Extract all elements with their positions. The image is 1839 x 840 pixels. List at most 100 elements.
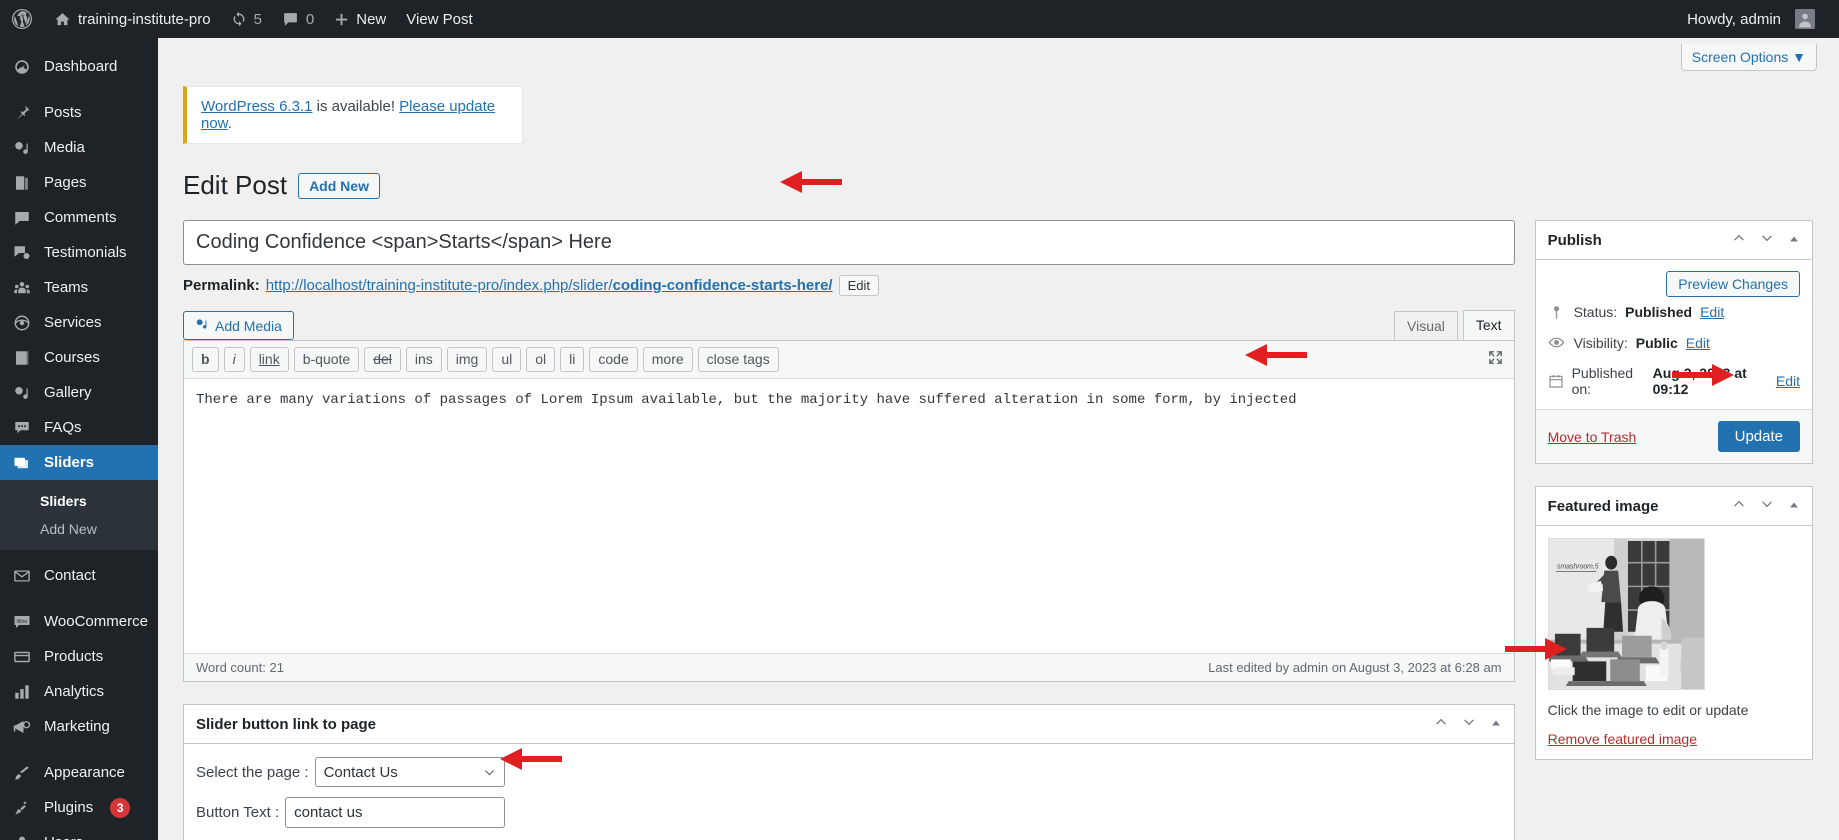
sidebar-item-label: Dashboard: [44, 58, 118, 75]
sidebar-item-label: Gallery: [44, 384, 92, 401]
sidebar-item-label: Comments: [44, 209, 117, 226]
page-title-text: Edit Post: [183, 170, 288, 200]
plug-icon: [11, 797, 33, 819]
quicktag-code[interactable]: code: [589, 347, 638, 372]
calendar-icon: [1548, 373, 1564, 389]
move-up-icon[interactable]: [1732, 497, 1746, 515]
publish-box-title: Publish: [1547, 231, 1602, 249]
sidebar-item-comments[interactable]: Comments: [0, 200, 158, 235]
preview-changes-button[interactable]: Preview Changes: [1666, 271, 1800, 297]
add-media-button[interactable]: Add Media: [183, 311, 294, 340]
sliders-icon: [11, 452, 33, 474]
published-edit-link[interactable]: Edit: [1776, 373, 1800, 389]
quicktag-li[interactable]: li: [560, 347, 585, 372]
move-down-icon[interactable]: [1462, 715, 1476, 733]
quicktag-close-tags[interactable]: close tags: [697, 347, 779, 372]
sidebar-item-pages[interactable]: Pages: [0, 165, 158, 200]
sidebar-item-marketing[interactable]: Marketing: [0, 709, 158, 744]
visibility-edit-link[interactable]: Edit: [1686, 335, 1710, 351]
move-up-icon[interactable]: [1434, 715, 1448, 733]
quicktag-more[interactable]: more: [642, 347, 693, 372]
toggle-panel-icon[interactable]: [1490, 716, 1502, 733]
post-title-input[interactable]: [183, 220, 1515, 265]
sidebar-item-sliders[interactable]: Sliders: [0, 445, 158, 480]
menu-spacer-top: [0, 38, 158, 49]
sidebar-item-dashboard[interactable]: Dashboard: [0, 49, 158, 84]
quicktag-b[interactable]: b: [192, 347, 219, 372]
view-post-link[interactable]: View Post: [396, 0, 482, 38]
sidebar-item-media[interactable]: Media: [0, 130, 158, 165]
submenu-item-add-new[interactable]: Add New: [0, 515, 158, 543]
updates-menu[interactable]: 5: [221, 0, 272, 38]
metabox-handle-actions: [1434, 715, 1502, 733]
permalink-link[interactable]: http://localhost/training-institute-pro/…: [266, 277, 833, 294]
wordpress-version-link[interactable]: WordPress 6.3.1: [201, 98, 312, 115]
sidebar-item-appearance[interactable]: Appearance: [0, 755, 158, 790]
move-to-trash-link[interactable]: Move to Trash: [1548, 429, 1637, 445]
updates-icon: [231, 11, 247, 27]
move-down-icon[interactable]: [1760, 497, 1774, 515]
comment-bubble-icon: [282, 11, 299, 28]
sidebar-item-label: WooCommerce: [44, 613, 148, 630]
status-row: Status: Published Edit: [1536, 297, 1812, 327]
sidebar-item-users[interactable]: Users: [0, 825, 158, 840]
status-edit-link[interactable]: Edit: [1700, 304, 1724, 320]
site-name-menu[interactable]: training-institute-pro: [44, 0, 221, 38]
title-row: [183, 220, 1515, 265]
sidebar-item-teams[interactable]: Teams: [0, 270, 158, 305]
editor-toolbar-row: Add Media Visual Text: [183, 310, 1515, 340]
sidebar-item-faqs[interactable]: FAQs: [0, 410, 158, 445]
post-content-textarea[interactable]: There are many variations of passages of…: [184, 379, 1514, 654]
sidebar-item-gallery[interactable]: Gallery: [0, 375, 158, 410]
media-icon: [195, 317, 209, 334]
featured-image-header: Featured image: [1535, 487, 1812, 526]
new-content-menu[interactable]: New: [324, 0, 396, 38]
sidebar-item-plugins[interactable]: Plugins 3: [0, 790, 158, 825]
submenu-item-sliders[interactable]: Sliders: [0, 487, 158, 515]
menu-spacer-3: [0, 744, 158, 755]
sidebar-item-analytics[interactable]: Analytics: [0, 674, 158, 709]
quicktag-b-quote[interactable]: b-quote: [293, 347, 360, 372]
wp-logo-menu[interactable]: [0, 0, 44, 38]
select-page-dropdown[interactable]: Contact Us: [314, 757, 505, 787]
add-new-button[interactable]: Add New: [298, 172, 380, 199]
featured-image-thumbnail[interactable]: smashroom,5: [1547, 538, 1705, 690]
tab-visual[interactable]: Visual: [1394, 311, 1458, 340]
button-text-input[interactable]: [285, 797, 506, 828]
sidebar-item-services[interactable]: Services: [0, 305, 158, 340]
quicktag-ol[interactable]: ol: [526, 347, 556, 372]
content-wrap: WordPress 6.3.1 is available! Please upd…: [183, 86, 1813, 840]
sidebar-item-label: Media: [44, 139, 85, 156]
featured-image-box: Featured image smashroom,5 Click the ima…: [1534, 486, 1813, 760]
sidebar-item-posts[interactable]: Posts: [0, 95, 158, 130]
move-down-icon[interactable]: [1760, 231, 1774, 249]
plus-icon: [334, 12, 349, 27]
quicktag-img[interactable]: img: [446, 347, 488, 372]
eye-icon: [1548, 334, 1566, 351]
sidebar-item-label: Teams: [44, 279, 89, 296]
permalink-slug: coding-confidence-starts-here/: [612, 277, 833, 294]
move-up-icon[interactable]: [1732, 231, 1746, 249]
sidebar-item-contact[interactable]: Contact: [0, 558, 158, 593]
update-button[interactable]: Update: [1717, 421, 1800, 452]
tab-text[interactable]: Text: [1462, 310, 1515, 340]
sidebar-item-products[interactable]: Products: [0, 639, 158, 674]
pages-icon: [11, 172, 33, 194]
sidebar-item-courses[interactable]: Courses: [0, 340, 158, 375]
quicktag-i[interactable]: i: [223, 347, 245, 372]
toggle-panel-icon[interactable]: [1788, 498, 1800, 515]
toggle-panel-icon[interactable]: [1788, 232, 1800, 249]
screen-options-toggle[interactable]: Screen Options ▼: [1680, 44, 1817, 71]
howdy-label: Howdy, admin: [1687, 10, 1781, 28]
remove-featured-image-link[interactable]: Remove featured image: [1548, 731, 1800, 747]
sidebar-item-testimonials[interactable]: Testimonials: [0, 235, 158, 270]
quicktag-ul[interactable]: ul: [492, 347, 522, 372]
fullscreen-icon[interactable]: [1487, 349, 1504, 370]
quicktag-ins[interactable]: ins: [405, 347, 442, 372]
my-account-menu[interactable]: Howdy, admin: [1677, 0, 1825, 38]
quicktag-link[interactable]: link: [249, 347, 289, 372]
sidebar-item-woocommerce[interactable]: Woo WooCommerce: [0, 604, 158, 639]
quicktag-del[interactable]: del: [364, 347, 401, 372]
comments-menu[interactable]: 0: [272, 0, 324, 38]
edit-permalink-button[interactable]: Edit: [838, 275, 880, 296]
